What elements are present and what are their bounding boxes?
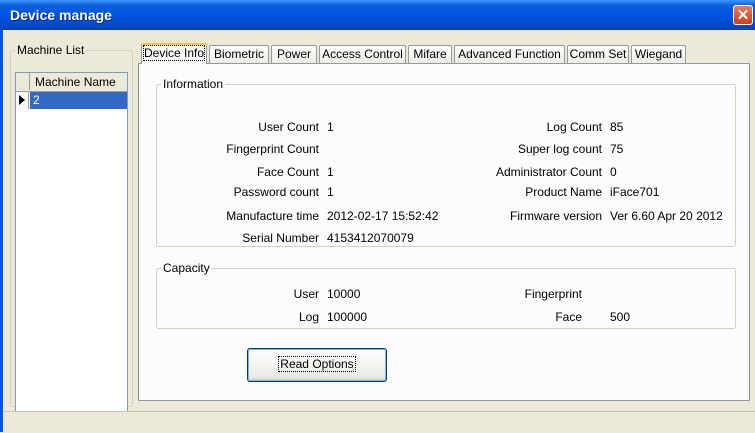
tab-label: Access Control [322, 47, 403, 61]
close-button[interactable]: ✕ [733, 5, 753, 25]
firmware-version-label: Firmware version [509, 209, 602, 223]
device-info-panel: Information User Count 1 Fingerprint Cou… [138, 63, 750, 401]
tab-comm-set[interactable]: Comm Set [567, 45, 629, 63]
capacity-face-value: 500 [610, 310, 631, 324]
face-count-label: Face Count [256, 165, 319, 179]
serial-number-label: Serial Number [242, 231, 319, 245]
capacity-user-label: User [293, 287, 319, 301]
capacity-user-value: 10000 [327, 287, 361, 301]
fingerprint-count-label: Fingerprint Count [226, 142, 319, 156]
capacity-log-label: Log [298, 310, 319, 324]
row-pointer-icon [19, 95, 25, 105]
machine-list-header: Machine Name [16, 73, 127, 92]
administrator-count-label: Administrator Count [495, 165, 602, 179]
administrator-count-value: 0 [610, 165, 617, 179]
tab-label: Wiegand [634, 47, 683, 61]
tab-label: Advanced Function [458, 47, 561, 61]
tab-label: Power [276, 47, 311, 61]
tab-label: Biometric [213, 47, 264, 61]
window-frame-left [0, 30, 3, 432]
close-icon: ✕ [736, 7, 750, 24]
log-count-label: Log Count [546, 120, 602, 134]
row-indicator [16, 92, 29, 109]
capacity-fingerprint-label: Fingerprint [524, 287, 582, 301]
device-manage-window: Device manage ✕ Machine List Machine Nam… [0, 0, 755, 433]
read-options-button[interactable]: Read Options [247, 348, 387, 382]
manufacture-time-value: 2012-02-17 15:52:42 [327, 209, 439, 223]
user-count-value: 1 [327, 120, 334, 134]
capacity-group: Capacity User 10000 Log 100000 Fingerpri… [156, 261, 736, 329]
tab-power[interactable]: Power [271, 45, 317, 63]
password-count-label: Password count [233, 185, 319, 199]
information-group: Information User Count 1 Fingerprint Cou… [156, 77, 736, 247]
column-header-machine-name[interactable]: Machine Name [35, 75, 116, 89]
tab-device-info[interactable]: Device Info [141, 43, 207, 64]
product-name-label: Product Name [525, 185, 602, 199]
face-count-value: 1 [327, 165, 334, 179]
tab-label: Device Info [142, 45, 206, 61]
super-log-count-value: 75 [610, 142, 624, 156]
machine-list-grid[interactable]: Machine Name 2 [15, 72, 128, 415]
title-bar[interactable]: Device manage ✕ [0, 0, 755, 30]
tab-wiegand[interactable]: Wiegand [631, 45, 686, 63]
password-count-value: 1 [327, 185, 334, 199]
log-count-value: 85 [610, 120, 624, 134]
machine-list-group: Machine List Machine Name 2 [10, 43, 133, 415]
header-corner [16, 73, 30, 90]
tab-biometric[interactable]: Biometric [209, 45, 269, 63]
machine-list-legend: Machine List [17, 43, 85, 57]
read-options-label: Read Options [278, 356, 356, 372]
capacity-legend: Capacity [163, 261, 210, 275]
product-name-value: iFace701 [610, 185, 660, 199]
information-legend: Information [163, 77, 224, 91]
serial-number-value: 4153412070079 [327, 231, 414, 245]
window-title: Device manage [10, 7, 112, 23]
tab-mifare[interactable]: Mifare [408, 45, 452, 63]
tab-advanced-function[interactable]: Advanced Function [454, 45, 565, 63]
user-count-label: User Count [258, 120, 319, 134]
status-bar [3, 411, 755, 433]
capacity-log-value: 100000 [327, 310, 368, 324]
machine-name-cell[interactable]: 2 [30, 92, 127, 109]
machine-list-row[interactable]: 2 [16, 92, 127, 109]
tab-access-control[interactable]: Access Control [319, 45, 406, 63]
super-log-count-label: Super log count [517, 142, 602, 156]
manufacture-time-label: Manufacture time [226, 209, 319, 223]
tab-label: Mifare [413, 47, 447, 61]
tab-label: Comm Set [569, 47, 627, 61]
firmware-version-value: Ver 6.60 Apr 20 2012 [610, 209, 723, 223]
capacity-face-label: Face [555, 310, 582, 324]
